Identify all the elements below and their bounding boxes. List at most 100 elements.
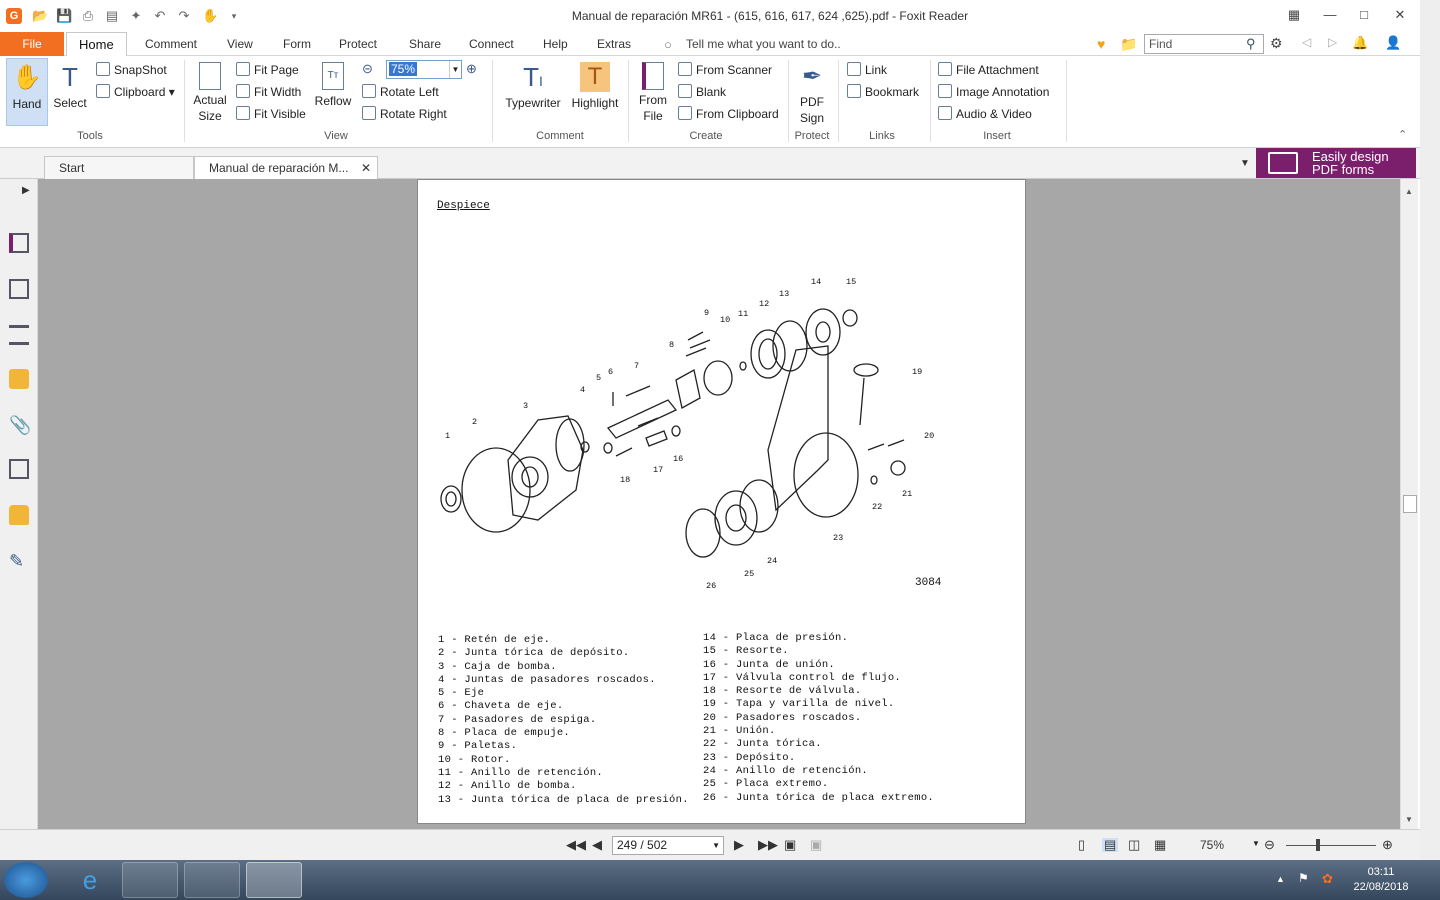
print-icon[interactable]: ⎙ xyxy=(80,8,96,24)
vertical-scrollbar[interactable]: ▲ ▼ xyxy=(1400,179,1418,829)
foxit-reader-taskbar-icon[interactable] xyxy=(246,862,302,898)
internet-explorer-icon[interactable]: e xyxy=(62,862,118,898)
bookmark-button[interactable]: Bookmark xyxy=(847,83,919,101)
folder-search-icon[interactable]: 📁 xyxy=(1120,36,1137,53)
link-button[interactable]: Link xyxy=(847,61,887,79)
restore-layout-icon[interactable]: ▦ xyxy=(1284,6,1304,24)
customize-icon[interactable]: ▾ xyxy=(226,8,242,24)
next-page-icon[interactable]: ▶ xyxy=(734,838,744,852)
single-page-icon[interactable]: ▯ xyxy=(1078,838,1085,852)
favorite-icon[interactable]: ♥ xyxy=(1097,36,1105,52)
file-explorer-icon[interactable] xyxy=(122,862,178,898)
continuous-facing-icon[interactable]: ▦ xyxy=(1154,838,1166,852)
zoom-in-icon[interactable]: ⊕ xyxy=(466,61,477,77)
tab-extras[interactable]: Extras xyxy=(597,32,631,56)
maximize-button[interactable]: □ xyxy=(1354,6,1374,24)
tab-list-chevron-icon[interactable]: ▼ xyxy=(1240,158,1250,169)
document-viewport[interactable]: Despiece 1 2 3 4 5 6 7 8 9 10 11 12 13 1… xyxy=(38,179,1400,829)
facing-pages-icon[interactable]: ◫ xyxy=(1128,838,1140,852)
layers-icon[interactable] xyxy=(9,325,29,345)
scroll-down-icon[interactable]: ▼ xyxy=(1405,815,1413,824)
previous-view-icon[interactable]: ▣ xyxy=(784,838,796,852)
properties-icon[interactable]: ▤ xyxy=(104,8,120,24)
actual-size-button[interactable]: Actual Size xyxy=(190,58,230,126)
tab-share[interactable]: Share xyxy=(409,32,441,56)
highlight-button[interactable]: T Highlight xyxy=(568,58,622,126)
fit-visible-button[interactable]: Fit Visible xyxy=(236,105,306,123)
close-window-button[interactable]: ✕ xyxy=(1390,6,1410,24)
system-clock[interactable]: 03:11 22/08/2018 xyxy=(1348,865,1414,895)
expand-panel-icon[interactable]: ▶ xyxy=(22,185,30,196)
attachments-icon[interactable]: 📎 xyxy=(9,415,31,435)
collapse-ribbon-icon[interactable]: ⌃ xyxy=(1398,128,1407,141)
undo-icon[interactable]: ↶ xyxy=(152,8,168,24)
previous-page-icon[interactable]: ◀ xyxy=(592,838,602,852)
scroll-thumb[interactable] xyxy=(1403,495,1417,513)
zoom-combo[interactable]: 75% ▼ xyxy=(386,60,462,79)
user-icon[interactable]: 👤 xyxy=(1385,35,1401,51)
zoom-chevron-icon[interactable]: ▼ xyxy=(1252,839,1260,848)
bell-icon[interactable]: 🔔 xyxy=(1352,35,1368,51)
snapshot-button[interactable]: SnapShot xyxy=(96,61,167,79)
chevron-down-icon[interactable]: ▼ xyxy=(449,61,461,78)
file-attachment-button[interactable]: File Attachment xyxy=(938,61,1039,79)
tab-protect[interactable]: Protect xyxy=(339,32,377,56)
tab-start[interactable]: Start xyxy=(44,156,194,179)
typewriter-button[interactable]: TI Typewriter xyxy=(500,58,566,126)
fit-width-button[interactable]: Fit Width xyxy=(236,83,301,101)
tab-document[interactable]: Manual de reparación M... ✕ xyxy=(194,156,378,179)
rotate-right-button[interactable]: Rotate Right xyxy=(362,105,447,123)
security-tools-icon[interactable]: ✎ xyxy=(9,551,29,571)
settings-icon[interactable]: ⚙ xyxy=(1270,35,1283,52)
from-file-button[interactable]: From File xyxy=(634,58,672,130)
from-clipboard-button[interactable]: From Clipboard xyxy=(678,105,779,123)
rotate-left-button[interactable]: Rotate Left xyxy=(362,83,439,101)
hand-tool-button[interactable]: ✋ Hand xyxy=(6,58,48,126)
minimize-button[interactable]: — xyxy=(1320,6,1340,24)
zoom-percentage[interactable]: 75% xyxy=(1200,838,1224,852)
clipboard-button[interactable]: Clipboard ▾ xyxy=(96,83,175,101)
signatures-icon[interactable] xyxy=(9,459,29,479)
tab-help[interactable]: Help xyxy=(543,32,568,56)
tab-form[interactable]: Form xyxy=(283,32,311,56)
last-page-icon[interactable]: ▶▶ xyxy=(758,838,778,852)
redo-icon[interactable]: ↷ xyxy=(176,8,192,24)
chrome-icon[interactable] xyxy=(184,862,240,898)
file-menu[interactable]: File xyxy=(0,32,64,56)
search-icon[interactable]: ⚲ xyxy=(1246,36,1256,52)
reflow-button[interactable]: Tт Reflow xyxy=(312,58,354,126)
audio-video-button[interactable]: Audio & Video xyxy=(938,105,1032,123)
save-icon[interactable]: 💾 xyxy=(56,8,72,24)
select-tool-button[interactable]: T Select xyxy=(50,58,90,126)
from-scanner-button[interactable]: From Scanner xyxy=(678,61,772,79)
next-view-icon[interactable]: ▣ xyxy=(810,838,822,852)
tab-comment[interactable]: Comment xyxy=(145,32,197,56)
zoom-out-icon[interactable]: ⊝ xyxy=(362,61,373,77)
action-center-icon[interactable]: ⚑ xyxy=(1298,871,1309,885)
promo-banner[interactable]: Easily design PDF forms xyxy=(1256,148,1416,178)
fit-page-button[interactable]: Fit Page xyxy=(236,61,299,79)
tell-me-box[interactable]: Tell me what you want to do.. xyxy=(686,32,841,56)
lock-icon[interactable] xyxy=(9,505,29,525)
tab-home[interactable]: Home xyxy=(66,32,127,57)
pdf-sign-button[interactable]: ✒ PDF Sign xyxy=(792,58,832,130)
blank-button[interactable]: Blank xyxy=(678,83,726,101)
bookmarks-icon[interactable] xyxy=(9,233,29,253)
continuous-page-icon[interactable]: ▤ xyxy=(1102,838,1119,852)
first-page-icon[interactable]: ◀◀ xyxy=(566,838,586,852)
hand-quick-icon[interactable]: ✋ xyxy=(202,8,218,24)
page-number-input[interactable]: 249 / 502 ▼ xyxy=(612,836,724,855)
close-tab-icon[interactable]: ✕ xyxy=(361,157,371,179)
new-icon[interactable]: ✦ xyxy=(128,8,144,24)
scroll-up-icon[interactable]: ▲ xyxy=(1405,187,1413,196)
tab-view[interactable]: View xyxy=(227,32,253,56)
open-icon[interactable]: 📂 xyxy=(32,8,48,24)
forward-icon[interactable]: ▷ xyxy=(1328,35,1337,49)
back-icon[interactable]: ◁ xyxy=(1302,35,1311,49)
zoom-in-status-icon[interactable]: ⊕ xyxy=(1382,838,1393,852)
comments-icon[interactable] xyxy=(9,369,29,389)
image-annotation-button[interactable]: Image Annotation xyxy=(938,83,1049,101)
zoom-slider-thumb[interactable] xyxy=(1316,839,1320,851)
page-chevron-icon[interactable]: ▼ xyxy=(712,837,720,854)
show-hidden-icons[interactable]: ▲ xyxy=(1276,874,1285,884)
